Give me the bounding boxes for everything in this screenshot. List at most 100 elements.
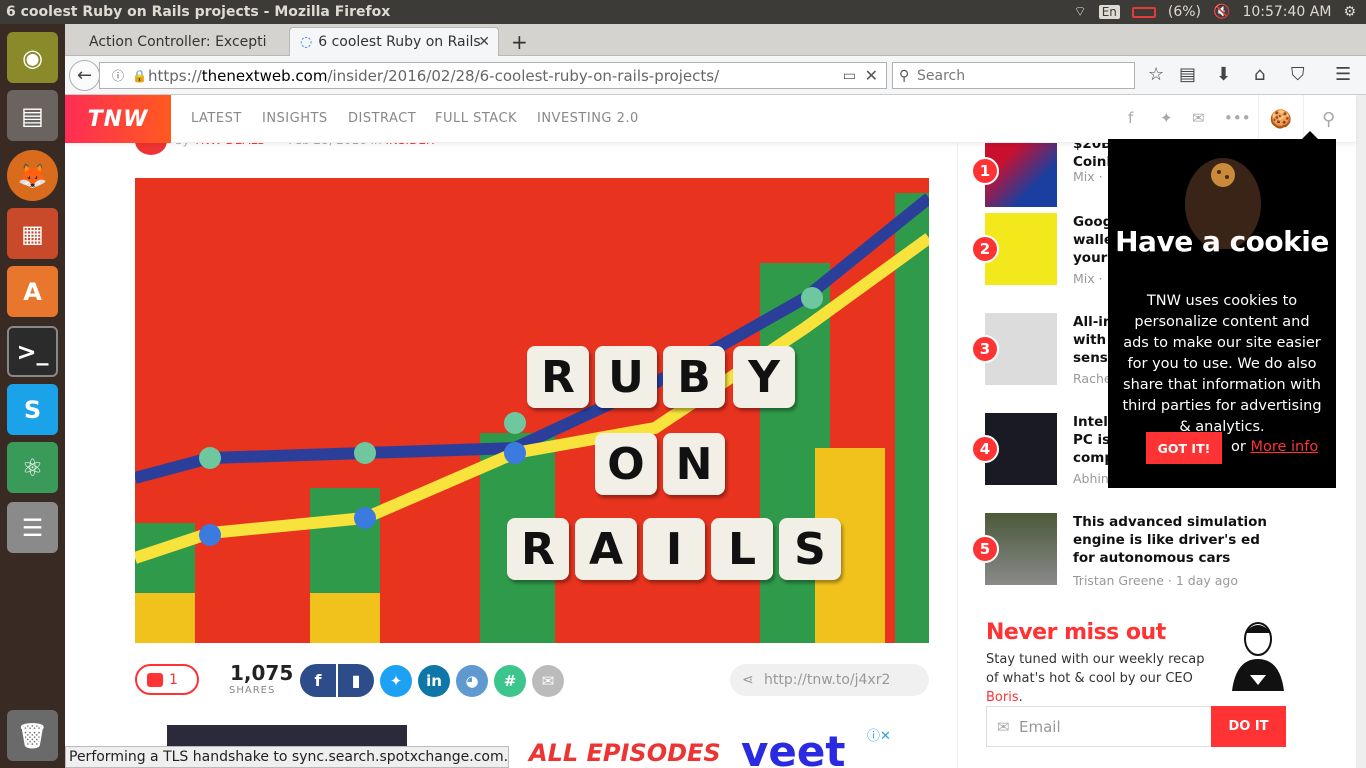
- newsletter-heading: Never miss out: [986, 620, 1166, 645]
- system-top-panel: 6 coolest Ruby on Rails projects - Mozil…: [0, 0, 1366, 24]
- search-input[interactable]: ⚲ Search: [892, 62, 1135, 89]
- nav-full-stack[interactable]: FULL STACK: [435, 111, 517, 126]
- short-url-field[interactable]: ⋖ http://tnw.to/j4xr2: [730, 664, 929, 696]
- lock-icon[interactable]: 🔒: [132, 69, 147, 83]
- email-placeholder: Email: [1019, 717, 1061, 736]
- downloads-icon[interactable]: ⬇: [1216, 64, 1231, 85]
- wifi-icon[interactable]: ⌔: [1074, 3, 1087, 21]
- ubuntu-dash-icon[interactable]: ◉: [7, 32, 58, 83]
- dice-tile: S: [779, 518, 841, 580]
- reddit-share-icon[interactable]: ◕: [456, 665, 488, 697]
- atom-icon[interactable]: ⚛: [7, 442, 58, 493]
- twitter-icon[interactable]: ✦: [1160, 109, 1173, 127]
- dice-tile: O: [595, 433, 657, 495]
- info-icon[interactable]: ⓘ: [112, 67, 124, 84]
- popular-meta: Tristan Greene · 1 day ago: [1073, 573, 1238, 588]
- popular-item[interactable]: 5 This advanced simulation engine is lik…: [971, 513, 1315, 588]
- email-share-icon[interactable]: ✉: [532, 665, 564, 697]
- linkedin-share-icon[interactable]: in: [418, 665, 450, 697]
- new-tab-button[interactable]: +: [501, 27, 538, 56]
- envelope-icon: ✉: [997, 717, 1010, 736]
- facebook-share-icon[interactable]: f: [300, 664, 336, 697]
- search-icon: ⚲: [899, 67, 910, 84]
- url-bar[interactable]: ⓘ 🔒 https://thenextweb.com/insider/2016/…: [99, 62, 887, 89]
- bookmark-share-icon[interactable]: ▮: [336, 664, 374, 697]
- navigation-toolbar: ← ⓘ 🔒 https://thenextweb.com/insider/201…: [65, 56, 1366, 95]
- email-icon[interactable]: ✉: [1192, 109, 1205, 127]
- nav-distract[interactable]: DISTRACT: [348, 111, 416, 126]
- software-center-icon[interactable]: A: [7, 266, 58, 317]
- bookmark-star-icon[interactable]: ☆: [1148, 64, 1164, 85]
- reading-list-icon[interactable]: ▤: [1179, 64, 1196, 85]
- volume-muted-icon[interactable]: 🔇: [1213, 4, 1230, 20]
- dice-tile: L: [711, 518, 773, 580]
- more-info-link[interactable]: More info: [1250, 439, 1318, 455]
- slack-share-icon[interactable]: #: [494, 665, 526, 697]
- popular-meta: Mix ·: [1073, 169, 1103, 184]
- close-tab-icon[interactable]: ✕: [478, 34, 490, 50]
- newsletter-period: .: [1018, 690, 1023, 705]
- ceo-illustration: [1232, 622, 1284, 691]
- back-button[interactable]: ←: [69, 60, 100, 91]
- tab-action-controller[interactable]: Action Controller: Excepti: [79, 27, 289, 56]
- gear-icon[interactable]: ⚙: [1343, 4, 1356, 20]
- comments-button[interactable]: 1: [135, 664, 199, 695]
- dice-tile: R: [527, 346, 589, 408]
- page-scrollbar[interactable]: [1356, 95, 1366, 768]
- comment-count: 1: [169, 671, 178, 688]
- ad-text: ALL EPISODES: [529, 739, 721, 767]
- ceo-link[interactable]: Boris: [986, 690, 1019, 705]
- nav-insights[interactable]: INSIGHTS: [262, 111, 328, 126]
- menu-icon[interactable]: ☰: [1335, 64, 1351, 85]
- facebook-icon[interactable]: f: [1128, 109, 1133, 127]
- status-bar: Performing a TLS handshake to sync.searc…: [65, 746, 509, 768]
- popular-rank: 5: [971, 535, 999, 563]
- unity-launcher: ◉ ▤ 🦊 ▦ A >_ S ⚛ ☰ 🗑: [0, 24, 65, 768]
- stop-icon[interactable]: ✕: [865, 66, 878, 85]
- loading-icon: ◌: [300, 34, 313, 50]
- got-it-button[interactable]: GOT IT!: [1146, 432, 1222, 464]
- keyboard-layout-indicator[interactable]: En: [1098, 5, 1120, 19]
- home-icon[interactable]: ⌂: [1254, 64, 1265, 85]
- twitter-share-icon[interactable]: ✦: [380, 665, 412, 697]
- files-icon[interactable]: ▤: [7, 90, 58, 141]
- cookie-icon[interactable]: 🍪: [1258, 95, 1304, 143]
- libreoffice-impress-icon[interactable]: ▦: [7, 208, 58, 259]
- battery-percent: (6%): [1167, 4, 1202, 20]
- ad-close-icon[interactable]: ⓘ✕: [867, 725, 891, 744]
- pocket-icon[interactable]: ⛉: [1291, 64, 1305, 85]
- reader-view-icon[interactable]: ▭: [843, 68, 856, 84]
- tab-label: 6 coolest Ruby on Rails: [318, 34, 481, 50]
- database-icon[interactable]: ☰: [7, 502, 58, 553]
- clock[interactable]: 10:57:40 AM: [1242, 4, 1331, 20]
- cookie-popup: Have a cookie TNW uses cookies to person…: [1108, 131, 1336, 488]
- nav-investing[interactable]: INVESTING 2.0: [537, 111, 639, 126]
- trash-icon[interactable]: 🗑: [7, 710, 58, 761]
- newsletter-email-input[interactable]: ✉ Email: [986, 706, 1212, 747]
- comment-icon: [147, 672, 163, 687]
- nav-latest[interactable]: LATEST: [191, 111, 242, 126]
- more-icon[interactable]: •••: [1224, 109, 1251, 127]
- newsletter-body: Stay tuned with our weekly recap of what…: [986, 652, 1205, 686]
- short-url-text: http://tnw.to/j4xr2: [764, 672, 891, 688]
- url-path: /insider/2016/02/28/6-coolest-ruby-on-ra…: [327, 66, 720, 85]
- popular-rank: 1: [971, 157, 999, 185]
- facebook-share-group: f ▮: [300, 664, 374, 697]
- battery-icon[interactable]: [1131, 6, 1156, 18]
- tab-label: Action Controller: Excepti: [89, 33, 267, 50]
- search-placeholder: Search: [917, 67, 966, 84]
- search-icon[interactable]: ⚲: [1322, 109, 1335, 130]
- tab-strip: Action Controller: Excepti ◌ 6 coolest R…: [65, 24, 1366, 56]
- tab-ruby-on-rails[interactable]: ◌ 6 coolest Ruby on Rails ✕: [289, 27, 499, 56]
- skype-icon[interactable]: S: [7, 384, 58, 435]
- firefox-icon[interactable]: 🦊: [7, 150, 58, 201]
- hero-image: R U B Y O N R A I L S: [135, 178, 929, 643]
- terminal-icon[interactable]: >_: [7, 326, 58, 377]
- url-scheme: https://: [148, 66, 202, 85]
- tnw-logo[interactable]: TNW: [65, 95, 171, 143]
- share-bar: 1 1,075 SHARES f ▮ ✦ in ◕ # ✉ ⋖ http://t…: [135, 661, 929, 699]
- popular-meta: Abhin: [1073, 471, 1109, 486]
- subscribe-button[interactable]: DO IT: [1211, 706, 1286, 747]
- window-title: 6 coolest Ruby on Rails projects - Mozil…: [6, 4, 391, 20]
- dice-tile: U: [595, 346, 657, 408]
